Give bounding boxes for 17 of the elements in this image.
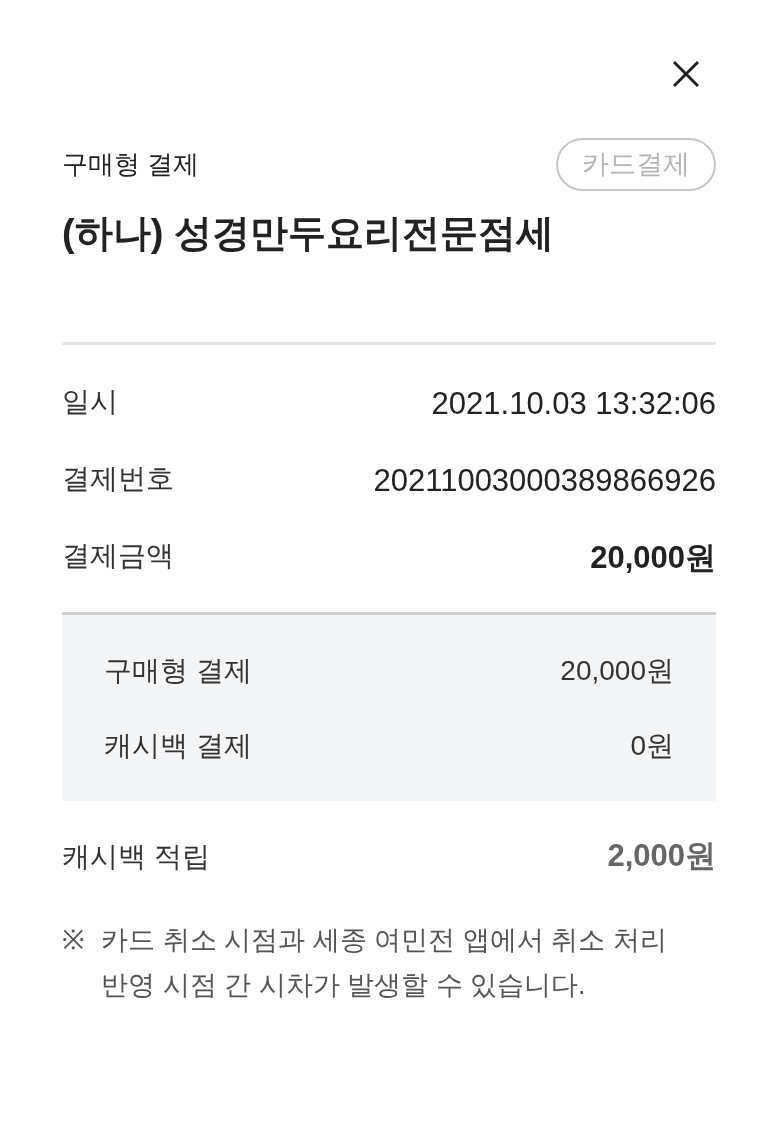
breakdown-label: 구매형 결제 xyxy=(104,653,252,688)
detail-value: 2021.10.03 13:32:06 xyxy=(431,385,716,424)
detail-value: 20211003000389866926 xyxy=(373,462,716,501)
breakdown-label: 캐시백 결제 xyxy=(104,728,252,763)
payment-type-label: 구매형 결제 xyxy=(62,147,200,181)
cashback-value: 2,000원 xyxy=(607,837,716,876)
note-text: 카드 취소 시점과 세종 여민전 앱에서 취소 처리 반영 시점 간 시차가 발생할 수 있습니다. xyxy=(101,924,668,1003)
breakdown-value: 0원 xyxy=(630,728,674,763)
detail-value: 20,000원 xyxy=(590,539,716,578)
detail-label: 결제금액 xyxy=(62,539,174,574)
breakdown-value: 20,000원 xyxy=(560,653,674,688)
note-mark: ※ xyxy=(62,924,85,958)
detail-label: 일시 xyxy=(62,385,118,420)
detail-label: 결제번호 xyxy=(62,462,174,497)
merchant-title: (하나) 성경만두요리전문점세 xyxy=(62,210,555,256)
cashback-label: 캐시백 적립 xyxy=(62,839,210,874)
payment-method-badge: 카드결제 xyxy=(556,138,716,191)
